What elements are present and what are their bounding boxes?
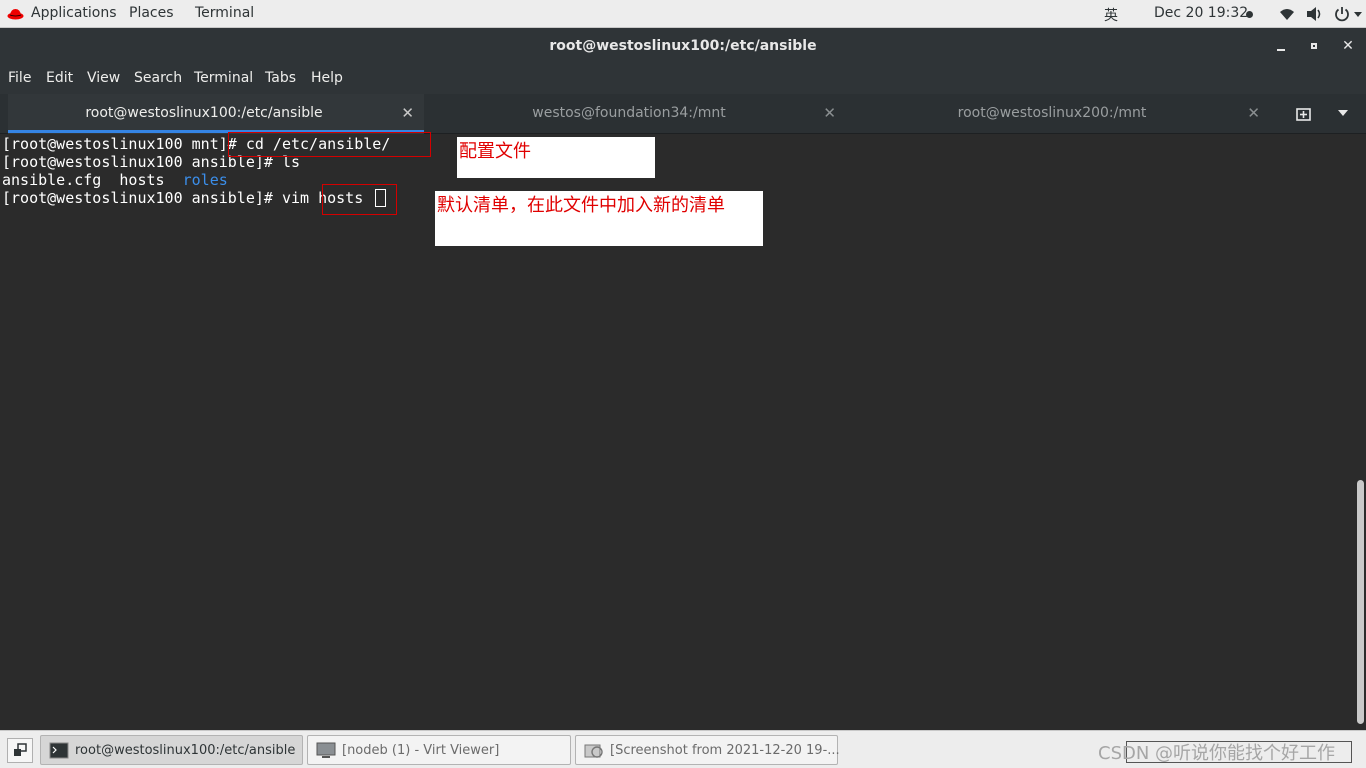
tab-label: westos@foundation34:/mnt [532,105,726,121]
annotation-note: 默认清单，在此文件中加入新的清单 [435,191,763,246]
terminal-scrollbar[interactable] [1356,134,1366,730]
clock[interactable]: Dec 20 19:32 [1154,5,1248,21]
volume-icon[interactable] [1306,6,1324,22]
terminal-icon [49,742,69,759]
highlight-box [228,132,431,157]
terminal-app-menu[interactable]: Terminal [195,5,254,21]
taskbar-item-label: [Screenshot from 2021-12-20 19-... [610,743,840,758]
minimize-button[interactable] [1272,37,1290,55]
virt-viewer-icon [316,742,336,758]
wifi-icon[interactable] [1279,7,1295,21]
scrollbar-thumb[interactable] [1357,480,1364,724]
menu-search[interactable]: Search [134,70,182,86]
ls-directory: roles [182,171,228,189]
prompt-command: [root@westoslinux100 ansible]# vim hosts [2,189,373,207]
window-titlebar[interactable]: root@westoslinux100:/etc/ansible ✕ [0,28,1366,64]
tab-westoslinux100[interactable]: root@westoslinux100:/etc/ansible ✕ [8,94,424,134]
terminal-line: ansible.cfg hosts roles [2,171,228,189]
tab-label: root@westoslinux200:/mnt [957,105,1147,121]
menu-view[interactable]: View [87,70,120,86]
menu-help[interactable]: Help [311,70,343,86]
show-desktop-button[interactable] [7,738,33,763]
maximize-icon [1311,43,1317,49]
window-title: root@westoslinux100:/etc/ansible [549,38,817,54]
tab-label: root@westoslinux100:/etc/ansible [85,105,323,121]
highlight-box [322,184,397,215]
tab-close-icon[interactable]: ✕ [1247,104,1260,122]
taskbar-item-label: [nodeb (1) - Virt Viewer] [342,743,500,758]
minimize-icon [1277,49,1285,51]
taskbar: root@westoslinux100:/etc/ansible [nodeb … [0,730,1366,768]
places-menu[interactable]: Places [129,5,174,21]
tab-bar: root@westoslinux100:/etc/ansible ✕ westo… [0,94,1366,134]
notification-dot-icon [1246,11,1253,18]
top-panel: Applications Places Terminal 英 Dec 20 19… [0,0,1366,28]
close-icon: ✕ [1342,38,1354,54]
tab-close-icon[interactable]: ✕ [823,104,836,122]
taskbar-item-virt-viewer[interactable]: [nodeb (1) - Virt Viewer] [307,735,571,765]
watermark-text: CSDN @听说你能找个好工作 [1098,743,1336,764]
applications-menu[interactable]: Applications [31,5,117,21]
taskbar-item-terminal[interactable]: root@westoslinux100:/etc/ansible [40,735,303,765]
power-icon[interactable] [1334,6,1350,22]
close-button[interactable]: ✕ [1339,37,1357,55]
annotation-note: 配置文件 [457,137,655,178]
windows-icon [14,743,27,756]
taskbar-item-screenshot[interactable]: [Screenshot from 2021-12-20 19-... [575,735,840,765]
redhat-icon[interactable] [7,7,24,20]
tab-list-dropdown-icon[interactable] [1338,110,1348,116]
menu-edit[interactable]: Edit [46,70,73,86]
tab-westoslinux200[interactable]: root@westoslinux200:/mnt ✕ [858,94,1270,134]
maximize-button[interactable] [1305,37,1323,55]
tab-close-icon[interactable]: ✕ [401,104,414,122]
ls-files: ansible.cfg hosts [2,171,183,189]
taskbar-item-label: root@westoslinux100:/etc/ansible [75,743,296,758]
system-menu-arrow-icon[interactable] [1354,12,1362,17]
screenshot-icon [584,744,603,758]
menu-file[interactable]: File [8,70,31,86]
menu-tabs[interactable]: Tabs [265,70,296,86]
menubar: File Edit View Search Terminal Tabs Help [0,64,1366,94]
menu-terminal[interactable]: Terminal [194,70,253,86]
tab-foundation34[interactable]: westos@foundation34:/mnt ✕ [436,94,846,134]
new-tab-icon[interactable] [1296,106,1314,122]
input-method-indicator[interactable]: 英 [1104,5,1118,25]
